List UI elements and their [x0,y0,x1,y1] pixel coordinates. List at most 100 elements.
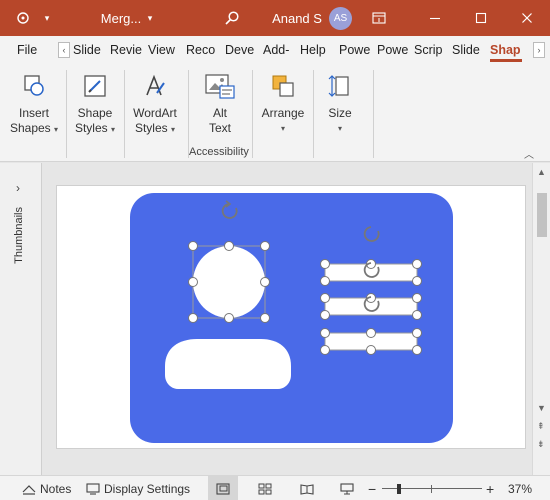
chevron-down-icon: ▾ [54,125,59,134]
tab-slide[interactable]: Slide [452,36,484,64]
tab-review[interactable]: Revie [110,36,142,64]
normal-view-icon [216,482,230,495]
reading-view-button[interactable] [292,476,322,500]
minimize-button[interactable] [418,0,452,36]
insert-shapes-icon [24,75,44,96]
avatar[interactable]: AS [329,7,352,30]
thumbnails-pane[interactable]: › Thumbnails [0,163,42,475]
tab-developer[interactable]: Deve [225,36,257,64]
zoom-out-icon[interactable]: − [368,476,376,500]
notes-label: Notes [40,481,72,496]
scroll-down-icon[interactable]: ▼ [537,403,546,413]
shape-styles-label-1: Shape [77,106,113,120]
alt-text-icon [205,74,235,99]
accessibility-group-label: Accessibility [189,146,249,158]
notes-icon [22,484,36,495]
title-bar: ▾ Merg... ▾ Anand S AS [0,0,550,36]
display-settings-icon [86,482,100,495]
chevron-down-icon: ▾ [111,125,116,134]
tab-shape-format[interactable]: Shap [490,36,522,62]
tab-slide-show[interactable]: Slide [73,36,103,64]
chevron-down-icon: ▾ [171,125,176,134]
ribbon-display-options-button[interactable] [366,0,392,36]
ribbon-separator [188,70,189,158]
tab-record[interactable]: Reco [186,36,218,64]
alt-text-label-1: Alt [212,106,227,120]
display-settings-label: Display Settings [104,481,191,496]
next-slide-icon[interactable]: ⇟ [537,439,545,450]
tab-power-1[interactable]: Powe [339,36,371,64]
ribbon-tabs: File ‹ Slide Revie View Reco Deve Add- H… [0,36,550,64]
autosave-toggle[interactable] [10,0,36,36]
wordart-styles-icon [146,74,165,96]
search-button[interactable] [220,0,244,36]
chevron-down-icon: ▾ [280,124,285,133]
size-label: Size [328,106,352,120]
collapse-ribbon-icon[interactable]: ︿ [524,146,534,161]
scrollbar-thumb[interactable] [537,193,547,237]
slide-canvas[interactable] [56,185,526,449]
tab-file[interactable]: File [17,36,37,64]
search-icon [225,11,239,25]
size-icon [328,75,349,97]
minimize-icon [430,17,440,20]
insert-shapes-button[interactable]: Insert Shapes ▾ [4,70,64,137]
editing-workspace: › Thumbnails ▲ ▼ ⇞ ⇟ [0,163,550,475]
tab-help[interactable]: Help [300,36,330,64]
normal-view-button[interactable] [208,476,238,500]
alt-text-label-2: Text [208,121,231,135]
notes-button[interactable]: Notes [22,476,71,500]
arrange-button[interactable]: Arrange ▾ [253,70,313,136]
zoom-level[interactable]: 37% [508,476,532,500]
chevron-down-icon: ▾ [337,124,342,133]
slide-sorter-button[interactable] [250,476,280,500]
wordart-styles-label-1: WordArt [133,106,177,120]
previous-slide-icon[interactable]: ⇞ [537,421,545,432]
expand-thumbnails-icon[interactable]: › [16,181,20,195]
shape-styles-icon [84,75,106,97]
head-circle [193,246,265,318]
slide-graphic [130,193,453,443]
close-button[interactable] [510,0,544,36]
autosave-icon [17,12,29,24]
shape-styles-label-2: Styles [74,121,108,135]
tab-add-ins[interactable]: Add- [263,36,295,64]
slide-show-icon [340,482,354,494]
vertical-scrollbar[interactable]: ▲ ▼ ⇞ ⇟ [532,163,550,475]
zoom-slider-thumb[interactable] [396,483,401,494]
wordart-styles-button[interactable]: WordArt Styles ▾ [125,70,185,137]
wordart-styles-label-2: Styles [134,121,168,135]
maximize-button[interactable] [464,0,498,36]
ribbon-separator [373,70,374,158]
thumbnails-label: Thumbnails [13,207,25,264]
insert-shapes-label-1: Insert [18,106,49,120]
arrange-icon [272,75,294,97]
slide-show-button[interactable] [332,476,362,500]
tab-view[interactable]: View [148,36,178,64]
tabs-scroll-left-icon[interactable]: ‹ [58,42,70,58]
size-button[interactable]: Size ▾ [310,70,370,136]
document-title: Merg... [100,10,142,26]
reading-view-icon [300,483,314,495]
user-name[interactable]: Anand S [272,0,322,36]
title-dropdown-icon[interactable]: ▾ [143,0,157,36]
tab-script[interactable]: Scrip [414,36,446,64]
card-background [130,193,453,443]
tab-power-2[interactable]: Powe [377,36,409,64]
zoom-in-icon[interactable]: + [486,476,494,500]
maximize-icon [475,12,487,24]
alt-text-button[interactable]: Alt Text [190,70,250,136]
insert-shapes-label-2: Shapes [9,121,51,135]
ribbon: Insert Shapes ▾ Shape Styles ▾ WordArt S… [0,64,550,162]
body-shape [165,339,291,389]
ribbon-display-icon [372,12,386,24]
qat-dropdown-icon[interactable]: ▾ [38,0,56,36]
arrange-label: Arrange [261,106,305,120]
zoom-slider[interactable] [382,476,482,500]
shape-styles-button[interactable]: Shape Styles ▾ [65,70,125,137]
scroll-up-icon[interactable]: ▲ [537,167,546,177]
display-settings-button[interactable]: Display Settings [86,476,190,500]
status-bar: Notes Display Settings − + 37% [0,475,550,500]
tabs-scroll-right-icon[interactable]: › [533,42,545,58]
slide-sorter-icon [258,483,272,494]
